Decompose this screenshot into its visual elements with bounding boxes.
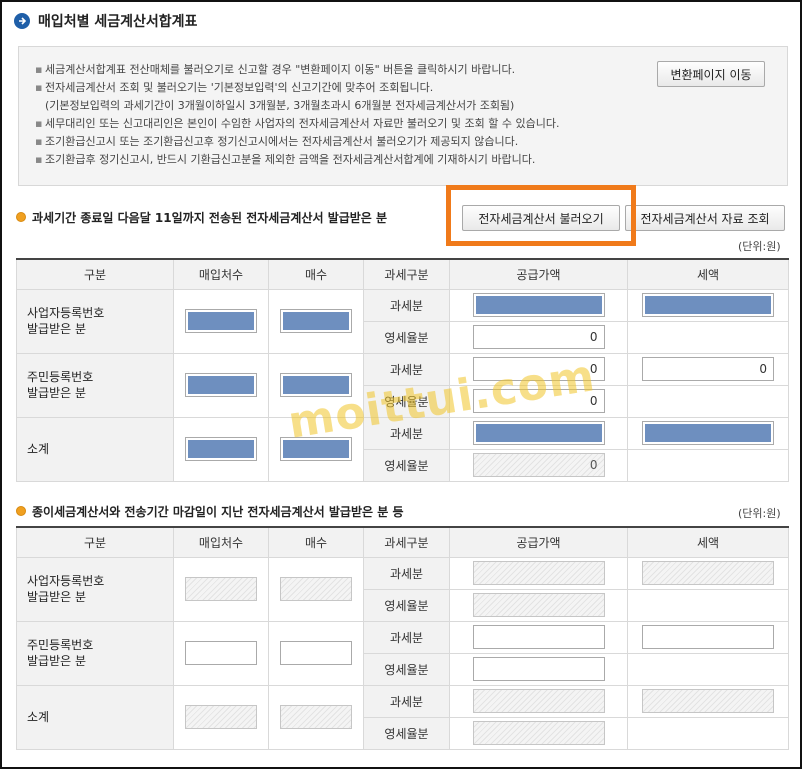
row-label: 소계 [16, 416, 174, 482]
supply-amount-field[interactable] [472, 625, 605, 649]
column-header: 세액 [627, 526, 789, 558]
highlight-box [446, 185, 636, 246]
column-header: 매수 [268, 526, 364, 558]
invoice-count-field [280, 437, 352, 461]
invoice-count-field [280, 577, 352, 601]
supply-amount-field [472, 721, 605, 745]
tax-type-label: 영세율분 [363, 588, 450, 622]
row-label: 소계 [16, 684, 174, 750]
tax-type-label: 과세분 [363, 416, 450, 450]
supplier-count-field[interactable] [185, 373, 257, 397]
tax-type-label: 영세율분 [363, 384, 450, 418]
notice-box: ▪ 세금계산서합계표 전산매체를 불러오기로 신고할 경우 "변환페이지 이동" … [18, 46, 788, 186]
table-row: 주민등록번호 발급받은 분 과세분 [16, 620, 789, 686]
supplier-count-field[interactable] [185, 309, 257, 333]
tax-amount-field [642, 561, 774, 585]
table-row: 사업자등록번호 발급받은 분 과세분 [16, 556, 789, 622]
table-row: 주민등록번호 발급받은 분 과세분 0 0 [16, 352, 789, 418]
supply-amount-field [472, 689, 605, 713]
notice-item: ▪ 전자세금계산서 조회 및 불러오기는 '기본정보입력'의 신고기간에 맞추어 … [35, 81, 434, 94]
supplier-count-field [185, 437, 257, 461]
page-title: 매입처별 세금계산서합계표 [38, 14, 198, 30]
tax-type-label: 과세분 [363, 556, 450, 590]
supply-amount-field: 0 [472, 453, 605, 477]
section1-heading: 과세기간 종료일 다음달 11일까지 전송된 전자세금계산서 발급받은 분 [16, 208, 387, 226]
column-header: 공급가액 [449, 526, 628, 558]
column-header: 구분 [16, 258, 174, 290]
table-header-row: 구분 매입처수 매수 과세구분 공급가액 세액 [16, 258, 789, 290]
tax-type-label: 과세분 [363, 684, 450, 718]
table-header-row: 구분 매입처수 매수 과세구분 공급가액 세액 [16, 526, 789, 558]
row-label: 사업자등록번호 발급받은 분 [16, 556, 174, 622]
arrow-right-icon [14, 13, 30, 29]
lookup-e-invoice-button[interactable]: 전자세금계산서 자료 조회 [625, 205, 785, 231]
column-header: 구분 [16, 526, 174, 558]
section1-table: 구분 매입처수 매수 과세구분 공급가액 세액 사업자등록번호 발급받은 분 과… [16, 258, 789, 482]
table-row: 소계 과세분 [16, 684, 789, 750]
notice-item: ▪ 조기환급신고시 또는 조기환급신고후 정기신고시에서는 전자세금계산서 불러오… [35, 135, 519, 148]
supply-amount-field [472, 561, 605, 585]
column-header: 매수 [268, 258, 364, 290]
invoice-count-field[interactable] [280, 309, 352, 333]
bullet-icon [16, 506, 26, 516]
supply-amount-field [472, 593, 605, 617]
invoice-count-field [280, 705, 352, 729]
tax-type-label: 과세분 [363, 352, 450, 386]
supply-amount-field[interactable]: 0 [472, 389, 605, 413]
supplier-count-field [185, 705, 257, 729]
main-frame: 매입처별 세금계산서합계표 ▪ 세금계산서합계표 전산매체를 불러오기로 신고할 … [0, 0, 802, 769]
row-label: 주민등록번호 발급받은 분 [16, 352, 174, 418]
row-label: 사업자등록번호 발급받은 분 [16, 288, 174, 354]
tax-amount-field[interactable] [642, 625, 774, 649]
supply-amount-field [472, 421, 605, 445]
supply-amount-field[interactable]: 0 [472, 357, 605, 381]
bullet-icon [16, 212, 26, 222]
column-header: 공급가액 [449, 258, 628, 290]
supply-amount-field[interactable]: 0 [472, 325, 605, 349]
tax-amount-field [642, 689, 774, 713]
notice-item: ▪ 조기환급후 정기신고시, 반드시 기환급신고분을 제외한 금액을 전자세금계산… [35, 153, 536, 166]
supplier-count-field [185, 577, 257, 601]
table-row: 사업자등록번호 발급받은 분 과세분 [16, 288, 789, 354]
column-header: 과세구분 [363, 526, 450, 558]
tax-type-label: 영세율분 [363, 652, 450, 686]
invoice-count-field[interactable] [280, 373, 352, 397]
supply-amount-field[interactable] [472, 293, 605, 317]
unit-note: (단위:원) [738, 240, 781, 253]
row-label: 주민등록번호 발급받은 분 [16, 620, 174, 686]
column-header: 과세구분 [363, 258, 450, 290]
section2-heading: 종이세금계산서와 전송기간 마감일이 지난 전자세금계산서 발급받은 분 등 [16, 502, 404, 520]
tax-type-label: 영세율분 [363, 448, 450, 482]
supplier-count-field[interactable] [185, 641, 257, 665]
tax-type-label: 과세분 [363, 620, 450, 654]
tax-amount-field[interactable] [642, 293, 774, 317]
column-header: 매입처수 [173, 258, 269, 290]
unit-note: (단위:원) [738, 507, 781, 520]
notice-item: ▪ 세무대리인 또는 신고대리인은 본인이 수임한 사업자의 전자세금계산서 자료… [35, 117, 560, 130]
notice-list: ▪ 세금계산서합계표 전산매체를 불러오기로 신고할 경우 "변환페이지 이동" … [35, 61, 559, 169]
table-row: 소계 과세분 [16, 416, 789, 482]
tax-amount-field[interactable]: 0 [642, 357, 774, 381]
section2-table: 구분 매입처수 매수 과세구분 공급가액 세액 사업자등록번호 발급받은 분 과… [16, 526, 789, 750]
page-header: 매입처별 세금계산서합계표 [14, 10, 197, 32]
tax-type-label: 영세율분 [363, 716, 450, 750]
tax-type-label: 과세분 [363, 288, 450, 322]
supply-amount-field[interactable] [472, 657, 605, 681]
notice-item: ▪ 세금계산서합계표 전산매체를 불러오기로 신고할 경우 "변환페이지 이동" … [35, 63, 516, 76]
tax-type-label: 영세율분 [363, 320, 450, 354]
column-header: 매입처수 [173, 526, 269, 558]
convert-page-button[interactable]: 변환페이지 이동 [657, 61, 765, 87]
tax-amount-field [642, 421, 774, 445]
invoice-count-field[interactable] [280, 641, 352, 665]
column-header: 세액 [627, 258, 789, 290]
notice-item: (기본정보입력의 과세기간이 3개월이하일시 3개월분, 3개월초과시 6개월분… [45, 99, 515, 112]
